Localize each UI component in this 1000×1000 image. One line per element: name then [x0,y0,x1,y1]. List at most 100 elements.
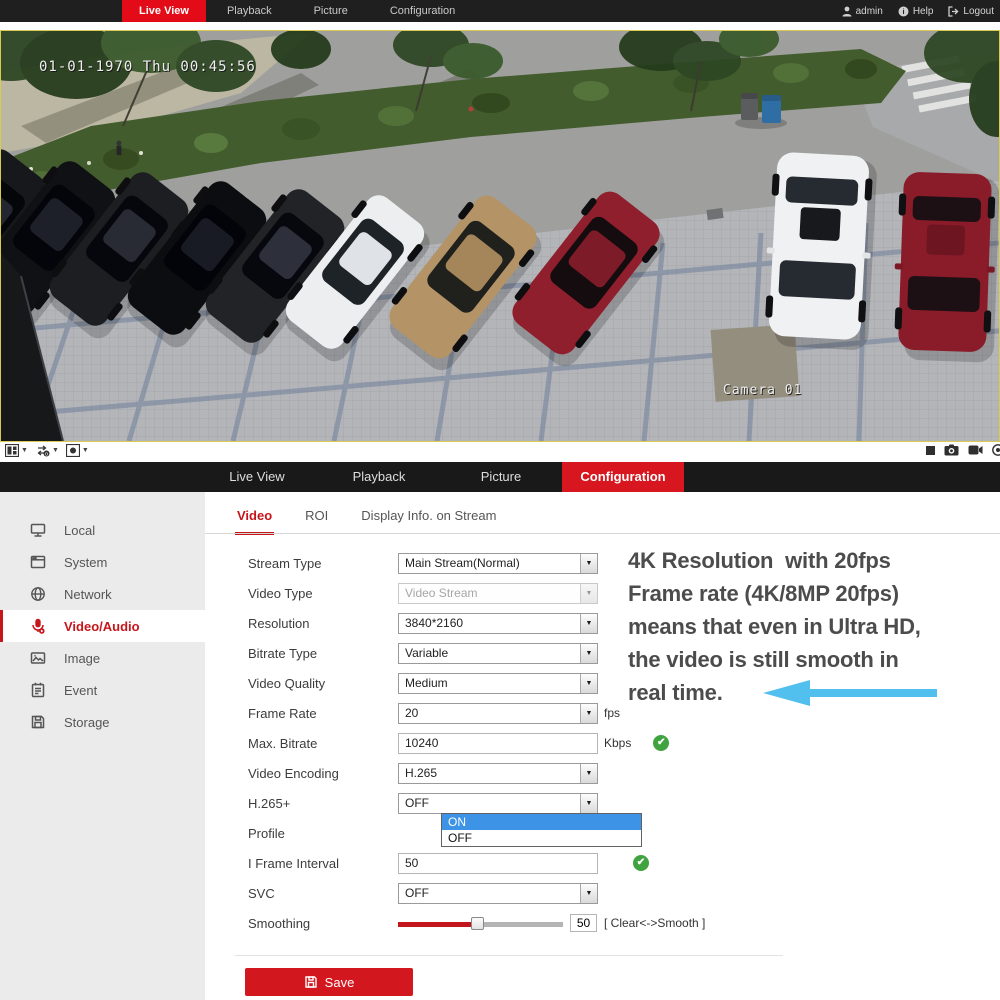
split-screen-button[interactable]: ▼ [5,444,28,457]
sidebar-item-label: Event [64,683,97,698]
frame-rate-select[interactable]: 20 ▼ [398,703,598,724]
image-size-button[interactable]: ▼ [66,444,89,457]
sidebar-item-label: Network [64,587,112,602]
chevron-down-icon[interactable]: ▼ [580,554,597,573]
stop-icon [926,446,935,455]
smoothing-slider[interactable] [398,917,563,930]
chevron-down-icon[interactable]: ▼ [580,644,597,663]
video-type-select: Video Stream ▼ [398,583,598,604]
annotation-arrow [750,680,940,706]
image-icon [29,649,47,667]
field-label: Resolution [248,616,398,631]
car [762,151,878,350]
globe-icon [29,585,47,603]
top-tab-picture[interactable]: Picture [293,0,369,22]
field-label: Video Quality [248,676,398,691]
svc-select[interactable]: OFF ▼ [398,883,598,904]
field-label: Max. Bitrate [248,736,398,751]
nav2-tab-playback[interactable]: Playback [318,462,440,492]
chevron-down-icon[interactable]: ▼ [580,674,597,693]
top-navbar: Live View Playback Picture Configuration… [0,0,1000,22]
event-icon [29,681,47,699]
stream-switch-icon: o [35,444,50,457]
arrow-shaft [795,689,937,697]
sidebar-item-system[interactable]: System [0,546,205,578]
select-value: OFF [405,886,429,900]
select-value: Video Stream [405,586,478,600]
top-tab-playback[interactable]: Playback [206,0,293,22]
video-toolbar: ▼ o ▼ ▼ [0,443,1000,462]
sidebar-item-label: Video/Audio [64,619,140,634]
slider-handle[interactable] [471,917,484,930]
field-label: Stream Type [248,556,398,571]
record-button[interactable] [968,445,983,455]
sidebar-item-storage[interactable]: Storage [0,706,205,738]
tab-display-info[interactable]: Display Info. on Stream [359,505,498,535]
top-nav-tabs: Live View Playback Picture Configuration [122,0,476,22]
pedestrian [117,141,122,156]
max-bitrate-input[interactable] [398,733,598,754]
annotation-line: means that even in Ultra HD, [628,610,978,643]
help-button[interactable]: i Help [898,6,934,17]
stream-switch-button[interactable]: o ▼ [35,444,59,457]
stream-type-select[interactable]: Main Stream(Normal) ▼ [398,553,598,574]
resolution-select[interactable]: 3840*2160 ▼ [398,613,598,634]
camcorder-icon [968,445,983,455]
sidebar-item-local[interactable]: Local [0,514,205,546]
select-value: Medium [405,676,448,690]
system-icon [29,553,47,571]
save-icon [304,975,318,989]
settings-sidebar: Local System Network Video/Audio Image E… [0,492,205,1000]
valid-check-icon: ✔ [653,735,669,751]
select-value: Variable [405,646,448,660]
dropdown-option-off[interactable]: OFF [442,830,641,846]
video-quality-select[interactable]: Medium ▼ [398,673,598,694]
audio-button[interactable] [992,444,1000,456]
sidebar-item-label: Image [64,651,100,666]
chevron-down-icon[interactable]: ▼ [580,794,597,813]
image-size-icon [66,444,80,457]
field-label: Frame Rate [248,706,398,721]
sidebar-item-network[interactable]: Network [0,578,205,610]
stop-live-button[interactable] [926,446,935,455]
field-row-video-encoding: Video Encoding H.265 ▼ [248,758,808,788]
help-icon: i [898,6,909,17]
dropdown-option-on[interactable]: ON [442,814,641,830]
field-label: Bitrate Type [248,646,398,661]
chevron-down-icon[interactable]: ▼ [580,614,597,633]
user-menu[interactable]: admin [842,6,883,17]
field-row-smoothing: Smoothing [ Clear<->Smooth ] [248,908,808,938]
top-tab-configuration[interactable]: Configuration [369,0,476,22]
sidebar-item-event[interactable]: Event [0,674,205,706]
field-label: Video Type [248,586,398,601]
chevron-down-icon: ▼ [82,447,89,454]
chevron-down-icon[interactable]: ▼ [580,764,597,783]
save-button[interactable]: Save [245,968,413,996]
nav2-tab-live-view[interactable]: Live View [196,462,318,492]
chevron-down-icon[interactable]: ▼ [580,704,597,723]
top-tab-live-view[interactable]: Live View [122,0,206,22]
capture-button[interactable] [944,444,959,456]
chevron-down-icon[interactable]: ▼ [580,884,597,903]
chevron-down-icon: ▼ [21,447,28,454]
h265-plus-select[interactable]: OFF ▼ [398,793,598,814]
field-label: SVC [248,886,398,901]
nav2-tab-picture[interactable]: Picture [440,462,562,492]
annotation-line: 4K Resolution with 20fps [628,544,978,577]
tab-video[interactable]: Video [235,505,274,535]
parking-lot-scene [1,31,999,441]
i-frame-interval-input[interactable] [398,853,598,874]
camera-name-overlay: Camera 01 [723,383,802,398]
user-icon [842,6,852,17]
nav2-tab-configuration[interactable]: Configuration [562,462,684,492]
sidebar-item-image[interactable]: Image [0,642,205,674]
sidebar-item-video-audio[interactable]: Video/Audio [0,610,205,642]
bitrate-type-select[interactable]: Variable ▼ [398,643,598,664]
tab-roi[interactable]: ROI [303,505,330,535]
video-encoding-select[interactable]: H.265 ▼ [398,763,598,784]
form-divider [235,955,783,956]
smoothing-value-input[interactable] [570,914,597,932]
logout-button[interactable]: Logout [948,6,994,17]
audio-icon [992,444,1000,456]
frame-rate-unit: fps [604,706,620,720]
